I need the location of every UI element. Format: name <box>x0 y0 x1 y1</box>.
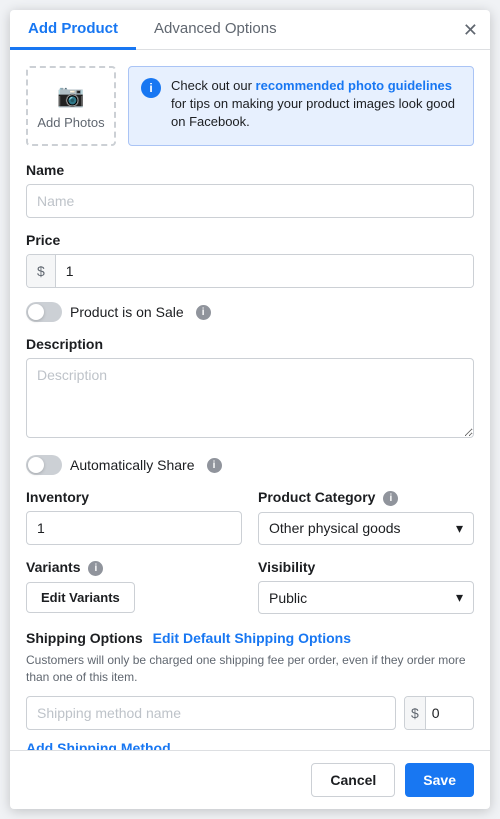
category-chevron-icon: ▾ <box>456 520 463 537</box>
name-input[interactable] <box>26 184 474 218</box>
info-banner: i Check out our recommended photo guidel… <box>128 66 474 146</box>
sale-toggle-label: Product is on Sale <box>70 304 184 320</box>
info-text: Check out our recommended photo guidelin… <box>171 77 461 132</box>
auto-share-info-icon[interactable]: i <box>207 458 222 473</box>
inventory-field-group: Inventory <box>26 489 242 545</box>
photo-guidelines-link[interactable]: recommended photo guidelines <box>256 78 452 93</box>
variants-field-group: Variants i Edit Variants <box>26 559 242 614</box>
auto-share-toggle-row: Automatically Share i <box>26 455 474 475</box>
price-field-group: Price $ <box>26 232 474 288</box>
sale-info-icon[interactable]: i <box>196 305 211 320</box>
camera-icon: 📷 <box>57 83 84 109</box>
close-button[interactable]: ✕ <box>463 21 478 39</box>
add-product-modal: Add Product Advanced Options ✕ 📷 Add Pho… <box>10 10 490 809</box>
tab-advanced-options[interactable]: Advanced Options <box>136 10 295 50</box>
name-field-group: Name <box>26 162 474 218</box>
modal-header: Add Product Advanced Options ✕ <box>10 10 490 50</box>
price-label: Price <box>26 232 474 248</box>
price-input-wrapper: $ <box>26 254 474 288</box>
variants-visibility-row: Variants i Edit Variants Visibility Publ… <box>26 559 474 614</box>
modal-footer: Cancel Save <box>10 750 490 809</box>
name-label: Name <box>26 162 474 178</box>
category-value: Other physical goods <box>269 520 401 536</box>
shipping-method-input[interactable] <box>26 696 396 730</box>
info-suffix: for tips on making your product images l… <box>171 96 455 129</box>
inventory-input[interactable] <box>26 511 242 545</box>
shipping-method-row: $ <box>26 696 474 730</box>
price-input[interactable] <box>56 255 473 287</box>
category-label: Product Category i <box>258 489 474 506</box>
description-label: Description <box>26 336 474 352</box>
photo-info-row: 📷 Add Photos i Check out our recommended… <box>26 66 474 146</box>
add-shipping-method-link[interactable]: Add Shipping Method <box>26 740 171 750</box>
shipping-description: Customers will only be charged one shipp… <box>26 652 474 686</box>
shipping-price-input[interactable] <box>426 697 461 729</box>
visibility-label: Visibility <box>258 559 474 575</box>
visibility-select[interactable]: Public ▾ <box>258 581 474 614</box>
auto-share-toggle-thumb <box>28 457 44 473</box>
variants-info-icon[interactable]: i <box>88 561 103 576</box>
auto-share-toggle-label: Automatically Share <box>70 457 195 473</box>
info-icon: i <box>141 78 161 98</box>
shipping-section: Shipping Options Edit Default Shipping O… <box>26 630 474 750</box>
sale-toggle-thumb <box>28 304 44 320</box>
shipping-price-wrapper: $ <box>404 696 474 730</box>
description-field-group: Description <box>26 336 474 441</box>
category-info-icon[interactable]: i <box>383 491 398 506</box>
inventory-category-row: Inventory Product Category i Other physi… <box>26 489 474 545</box>
auto-share-toggle[interactable] <box>26 455 62 475</box>
visibility-field-group: Visibility Public ▾ <box>258 559 474 614</box>
shipping-title: Shipping Options <box>26 630 143 646</box>
edit-default-shipping-link[interactable]: Edit Default Shipping Options <box>153 630 351 646</box>
description-input[interactable] <box>26 358 474 438</box>
cancel-button[interactable]: Cancel <box>311 763 395 797</box>
category-select[interactable]: Other physical goods ▾ <box>258 512 474 545</box>
visibility-value: Public <box>269 590 307 606</box>
category-field-group: Product Category i Other physical goods … <box>258 489 474 545</box>
variants-label: Variants i <box>26 559 242 576</box>
edit-variants-button[interactable]: Edit Variants <box>26 582 135 613</box>
add-photos-label: Add Photos <box>37 115 104 130</box>
tab-add-product[interactable]: Add Product <box>10 10 136 50</box>
price-prefix: $ <box>27 255 56 287</box>
visibility-chevron-icon: ▾ <box>456 589 463 606</box>
inventory-label: Inventory <box>26 489 242 505</box>
info-prefix: Check out our <box>171 78 256 93</box>
sale-toggle[interactable] <box>26 302 62 322</box>
modal-body: 📷 Add Photos i Check out our recommended… <box>10 50 490 750</box>
shipping-header: Shipping Options Edit Default Shipping O… <box>26 630 474 646</box>
add-photos-box[interactable]: 📷 Add Photos <box>26 66 116 146</box>
shipping-price-prefix: $ <box>405 697 426 729</box>
save-button[interactable]: Save <box>405 763 474 797</box>
sale-toggle-row: Product is on Sale i <box>26 302 474 322</box>
